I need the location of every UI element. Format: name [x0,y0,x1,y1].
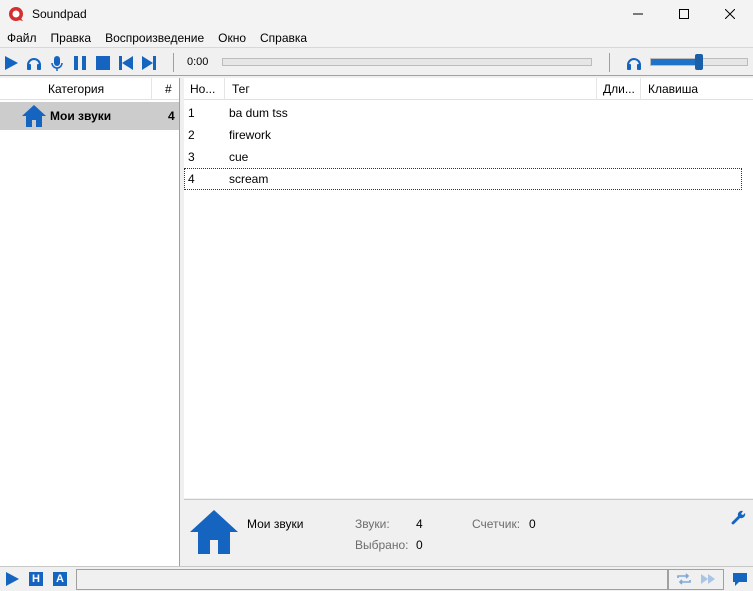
count-column-header[interactable]: # [165,82,172,96]
menu-bar: Файл Правка Воспроизведение Окно Справка [0,28,753,48]
volume-fill [651,59,699,65]
sound-tag: scream [229,172,269,186]
sounds-label: Звуки: [355,517,390,531]
feedback-button[interactable] [732,571,748,587]
maximize-icon [679,9,689,19]
category-column-header[interactable]: Категория [48,82,104,96]
counter-label: Счетчик: [472,517,521,531]
minimize-icon [633,13,643,15]
column-duration[interactable]: Дли... [603,82,635,96]
sound-row[interactable]: 3 cue [184,146,742,168]
sound-row[interactable]: 1 ba dum tss [184,102,742,124]
column-number[interactable]: Но... [190,82,215,96]
sound-row[interactable]: 2 firework [184,124,742,146]
sound-number: 3 [188,150,195,164]
menu-help[interactable]: Справка [253,28,314,48]
microphone-icon [51,56,63,71]
status-message-area [76,569,668,590]
pause-icon [74,56,86,70]
volume-slider[interactable] [650,54,748,70]
menu-window[interactable]: Окно [211,28,253,48]
hotkeys-toggle-button[interactable]: Н [28,571,44,587]
soundpad-logo-icon [8,6,24,22]
menu-file[interactable]: Файл [0,28,44,48]
counter-value: 0 [529,517,536,531]
sound-list: Но... Тег Дли... Клавиша 1 ba dum tss 2 … [184,78,753,498]
category-item-my-sounds[interactable]: Мои звуки 4 [0,102,179,130]
menu-playback[interactable]: Воспроизведение [98,28,211,48]
fast-forward-icon [701,574,715,584]
toolbar: 0:00 [0,49,753,76]
stop-button[interactable] [94,54,112,72]
info-category-name: Мои звуки [247,517,304,531]
previous-icon [119,56,133,70]
next-button[interactable] [140,54,158,72]
a-letter: A [53,572,67,586]
sound-number: 2 [188,128,195,142]
minimize-button[interactable] [615,0,661,28]
repeat-button[interactable] [676,571,692,587]
home-icon [190,508,238,559]
sound-list-header: Но... Тег Дли... Клавиша [184,78,753,100]
volume-headphones-button[interactable] [625,54,643,72]
column-tag[interactable]: Тег [232,82,250,96]
stop-icon [96,56,110,70]
category-header: Категория # [0,78,179,100]
volume-thumb[interactable] [695,54,703,70]
play-icon [6,572,19,586]
wrench-icon[interactable] [731,510,747,529]
column-hotkey[interactable]: Клавиша [648,82,698,96]
sound-tag: ba dum tss [229,106,288,120]
play-button[interactable] [2,54,20,72]
seek-bar[interactable] [222,58,592,66]
category-label: Мои звуки [50,109,112,123]
next-icon [142,56,156,70]
status-play-button[interactable] [4,571,20,587]
previous-button[interactable] [117,54,135,72]
toolbar-separator [609,53,610,72]
sound-tag: cue [229,150,249,164]
home-icon [22,105,46,130]
sound-row-focused[interactable]: 4 scream [184,168,742,190]
headphones-icon [627,58,641,70]
status-bar: Н A [0,566,753,591]
speech-bubble-icon [733,573,747,586]
fast-forward-button[interactable] [700,571,716,587]
category-panel: Категория # Мои звуки 4 [0,78,180,566]
pause-button[interactable] [71,54,89,72]
repeat-icon [677,573,691,585]
category-info-panel: Мои звуки Звуки: 4 Счетчик: 0 Выбрано: 0 [184,499,753,566]
close-icon [725,9,735,19]
headphones-play-button[interactable] [25,54,43,72]
close-button[interactable] [707,0,753,28]
autoplay-toggle-button[interactable]: A [52,571,68,587]
maximize-button[interactable] [661,0,707,28]
selected-label: Выбрано: [355,538,409,552]
category-count: 4 [168,109,175,123]
window-title: Soundpad [32,7,87,21]
sound-number: 4 [188,172,195,186]
sound-number: 1 [188,106,195,120]
n-letter: Н [29,572,43,586]
title-bar: Soundpad [0,0,753,28]
toolbar-separator [173,53,174,72]
microphone-play-button[interactable] [48,54,66,72]
selected-value: 0 [416,538,423,552]
playback-time: 0:00 [187,56,209,68]
sound-tag: firework [229,128,272,142]
play-icon [5,56,18,70]
menu-edit[interactable]: Правка [44,28,99,48]
headphones-icon [27,58,41,70]
sounds-value: 4 [416,517,423,531]
